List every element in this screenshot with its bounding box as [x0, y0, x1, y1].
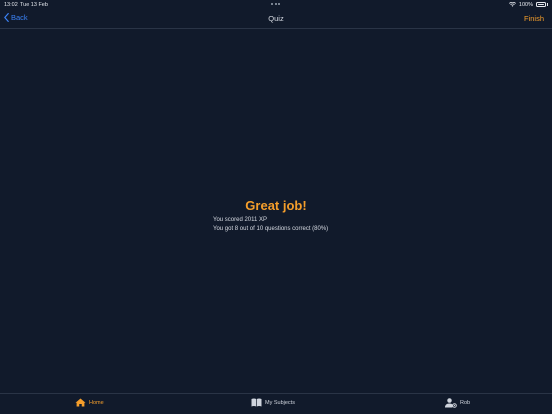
tab-home-label: Home: [89, 399, 104, 406]
dot: [274, 3, 277, 5]
user-settings-icon: [445, 398, 457, 408]
dot: [271, 3, 273, 5]
quiz-screen: 13:02 Tue 13 Feb 100% Back Quiz Finish G…: [0, 0, 552, 414]
book-icon: [251, 398, 262, 407]
status-bar: 13:02 Tue 13 Feb 100%: [0, 0, 552, 10]
status-indicators: 100%: [508, 1, 548, 8]
battery-icon: [536, 2, 546, 7]
status-time: 13:02: [4, 2, 18, 8]
result-details: You scored 2011 XP You got 8 out of 10 q…: [213, 216, 328, 234]
battery-percent: 100%: [518, 1, 533, 8]
tab-my-subjects[interactable]: My Subjects: [251, 398, 295, 407]
status-date: Tue 13 Feb: [20, 2, 48, 8]
page-title: Quiz: [268, 14, 284, 23]
score-text: You scored 2011 XP: [213, 217, 268, 223]
navigation-bar: Back Quiz Finish: [0, 10, 552, 29]
tab-home[interactable]: Home: [75, 398, 104, 407]
dot: [278, 3, 280, 5]
quiz-result: Great job! You scored 2011 XP You got 8 …: [0, 198, 552, 232]
tab-my-subjects-label: My Subjects: [265, 399, 295, 406]
tab-bar: Home My Subjects Rob: [0, 393, 552, 414]
tab-profile[interactable]: Rob: [445, 398, 470, 408]
correct-text: You got 8 out of 10 questions correct (8…: [213, 226, 329, 232]
result-title: Great job!: [245, 198, 307, 213]
multitasking-menu[interactable]: [271, 3, 280, 5]
home-icon: [75, 398, 86, 407]
finish-button[interactable]: Finish: [524, 14, 544, 23]
wifi-icon: [508, 2, 516, 7]
battery-tip: [547, 3, 548, 6]
tab-profile-label: Rob: [460, 400, 471, 406]
